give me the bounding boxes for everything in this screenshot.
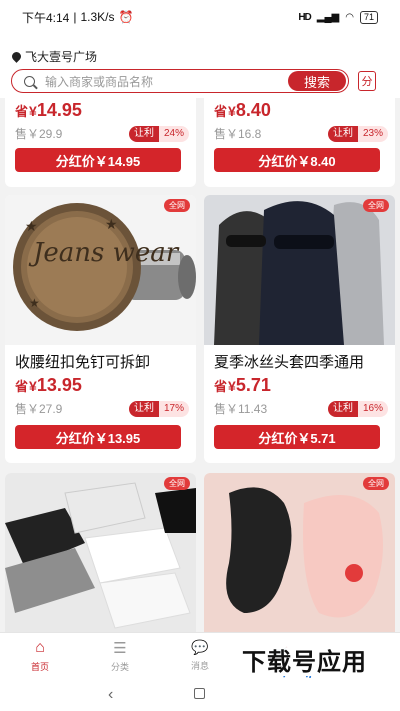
original-price-row: 售￥11.43 让利 16% bbox=[214, 400, 388, 417]
svg-text:★: ★ bbox=[29, 296, 40, 310]
share-price-button[interactable]: 分红价￥5.71 bbox=[214, 425, 380, 449]
status-time: 下午4:14 bbox=[22, 10, 70, 25]
price: 省 ¥ 5.71 bbox=[214, 375, 271, 395]
message-icon: 💬 bbox=[191, 639, 209, 655]
location-selector[interactable]: 飞大壹号广场 bbox=[10, 48, 98, 65]
discount-tag: 让利 24% bbox=[128, 125, 189, 142]
network-badge: 全网 bbox=[363, 477, 389, 490]
home-icon: ⌂ bbox=[35, 638, 45, 656]
discount-tag: 让利 17% bbox=[128, 400, 189, 417]
svg-text:★: ★ bbox=[105, 216, 118, 232]
status-bar: 下午4:14 | 1.3K/s ⏰ HD ▂▄▆ ◠ 71 bbox=[0, 0, 400, 34]
share-price-button[interactable]: 分红价￥14.95 bbox=[15, 148, 181, 172]
location-pin-icon bbox=[10, 50, 23, 63]
product-name: 夏季冰丝头套四季通用 bbox=[214, 354, 365, 371]
svg-text:Jeans wear: Jeans wear bbox=[28, 238, 180, 268]
search-button[interactable]: 搜索 bbox=[288, 71, 346, 91]
tab-home[interactable]: ⌂ 首页 bbox=[0, 633, 80, 678]
network-badge: 全网 bbox=[164, 199, 190, 212]
signal-icon: HD bbox=[298, 11, 311, 23]
discount-tag: 让利 16% bbox=[327, 400, 388, 417]
product-image bbox=[204, 473, 395, 632]
alarm-icon: ⏰ bbox=[118, 10, 134, 24]
product-card[interactable]: 全网 bbox=[204, 473, 395, 632]
search-icon bbox=[24, 75, 35, 87]
back-icon[interactable]: ‹ bbox=[108, 686, 113, 704]
product-card[interactable]: 夏季冰丝头套四季通用 省 ¥ 5.71 售￥11.43 让利 16% 分红价￥5.… bbox=[204, 195, 395, 463]
header: 飞大壹号广场 输入商家或商品名称 搜索 分 bbox=[0, 34, 400, 98]
product-grid: 省 ¥ 14.95 售￥29.9 让利 24% 分红价￥14.95 省 ¥ 8.4… bbox=[0, 98, 400, 632]
search-bar[interactable]: 输入商家或商品名称 搜索 bbox=[11, 69, 349, 93]
tab-messages[interactable]: 💬 消息 bbox=[160, 633, 240, 678]
product-image: Jeans wear ★ ★ ★ bbox=[5, 195, 196, 345]
search-input[interactable]: 输入商家或商品名称 bbox=[45, 73, 288, 90]
home-nav-icon[interactable] bbox=[194, 688, 205, 699]
product-image bbox=[204, 195, 395, 345]
share-price-button[interactable]: 分红价￥13.95 bbox=[15, 425, 181, 449]
product-name: 收腰纽扣免钉可拆卸 bbox=[15, 354, 151, 371]
original-price: 售￥11.43 bbox=[214, 402, 268, 416]
original-price-row: 售￥29.9 让利 24% bbox=[15, 125, 189, 142]
product-card[interactable]: 全网 bbox=[5, 473, 196, 632]
category-button[interactable]: 分 bbox=[358, 71, 376, 91]
discount-tag: 让利 23% bbox=[327, 125, 388, 142]
product-card[interactable]: Jeans wear ★ ★ ★ 收腰纽扣免钉可拆卸 省 ¥ 13.95 售￥2… bbox=[5, 195, 196, 463]
share-price-button[interactable]: 分红价￥8.40 bbox=[214, 148, 380, 172]
original-price-row: 售￥27.9 让利 17% bbox=[15, 400, 189, 417]
original-price: 售￥29.9 bbox=[15, 127, 63, 141]
signal-bars-icon: ▂▄▆ bbox=[316, 11, 340, 23]
wifi-icon: ◠ bbox=[345, 11, 354, 23]
original-price-row: 售￥16.8 让利 23% bbox=[214, 125, 388, 142]
price: 省 ¥ 13.95 bbox=[15, 375, 82, 395]
network-badge: 全网 bbox=[164, 477, 190, 490]
product-card[interactable]: 省 ¥ 14.95 售￥29.9 让利 24% 分红价￥14.95 bbox=[5, 98, 196, 187]
product-card[interactable]: 省 ¥ 8.40 售￥16.8 让利 23% 分红价￥8.40 bbox=[204, 98, 395, 187]
list-icon: ☰ bbox=[113, 639, 127, 657]
status-right: HD ▂▄▆ ◠ 71 bbox=[298, 10, 378, 24]
price: 省 ¥ 14.95 bbox=[15, 100, 82, 120]
network-badge: 全网 bbox=[363, 199, 389, 212]
product-image bbox=[5, 473, 196, 632]
tab-category[interactable]: ☰ 分类 bbox=[80, 633, 160, 678]
status-left: 下午4:14 | 1.3K/s ⏰ bbox=[22, 10, 134, 25]
battery-icon: 71 bbox=[359, 10, 378, 24]
original-price: 售￥27.9 bbox=[15, 402, 63, 416]
svg-text:★: ★ bbox=[25, 218, 38, 234]
price: 省 ¥ 8.40 bbox=[214, 100, 271, 120]
system-nav-bar: ‹ bbox=[0, 678, 400, 711]
location-label: 飞大壹号广场 bbox=[25, 50, 98, 64]
original-price: 售￥16.8 bbox=[214, 127, 262, 141]
status-speed: 1.3K/s bbox=[80, 10, 115, 24]
